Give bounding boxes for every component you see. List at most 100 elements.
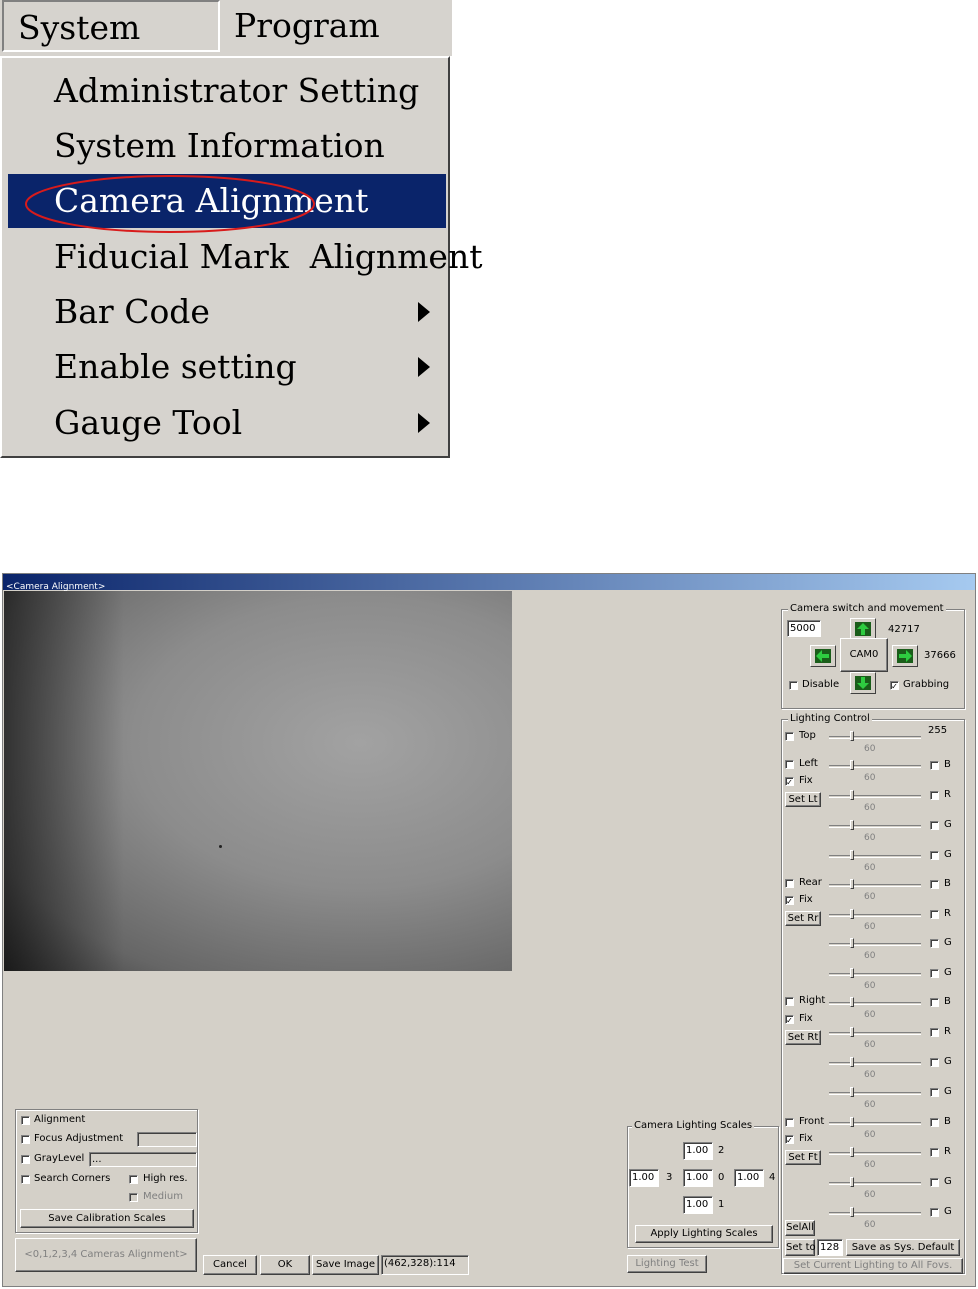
top-light-slider-thumb[interactable] xyxy=(850,731,854,741)
right-fix-checkbox[interactable]: ✓ xyxy=(785,1015,794,1025)
left-g2-slider-thumb[interactable] xyxy=(850,850,854,860)
front-b-slider-thumb[interactable] xyxy=(850,1117,854,1127)
cameras-alignment-button[interactable]: <0,1,2,3,4 Cameras Alignment> xyxy=(15,1238,197,1272)
right-r-checkbox[interactable] xyxy=(930,1028,939,1037)
front-b-slider[interactable] xyxy=(829,1122,921,1125)
gray-level-checkbox[interactable] xyxy=(21,1155,30,1164)
high-res-checkbox[interactable] xyxy=(129,1175,138,1184)
menu-item-fiducial-mark-alignment[interactable]: Fiducial Mark Alignment xyxy=(8,230,482,284)
front-g2-checkbox[interactable] xyxy=(930,1208,939,1217)
cam0-button[interactable]: CAM0 xyxy=(840,638,888,672)
left-r-slider[interactable] xyxy=(829,795,921,798)
select-all-button[interactable]: SelAll xyxy=(785,1220,815,1236)
left-b-slider[interactable] xyxy=(829,765,921,768)
left-light-checkbox[interactable] xyxy=(785,760,794,769)
focus-adjustment-checkbox[interactable] xyxy=(21,1135,30,1144)
left-b-checkbox[interactable] xyxy=(930,761,939,770)
left-fix-checkbox[interactable]: ✓ xyxy=(785,777,794,787)
set-right-button[interactable]: Set Rt xyxy=(785,1030,821,1045)
top-light-slider[interactable] xyxy=(829,736,921,739)
menu-item-administrator-setting[interactable]: Administrator Setting xyxy=(8,64,446,118)
rear-b-slider[interactable] xyxy=(829,884,921,887)
right-light-checkbox[interactable] xyxy=(785,997,794,1006)
rear-b-checkbox[interactable] xyxy=(930,880,939,889)
scale-0-input[interactable]: 1.00 xyxy=(683,1169,713,1187)
left-g-slider[interactable] xyxy=(829,825,921,828)
search-corners-checkbox[interactable] xyxy=(21,1175,30,1184)
move-up-button[interactable] xyxy=(850,618,876,640)
move-right-button[interactable] xyxy=(892,645,918,667)
set-rear-button[interactable]: Set Rr xyxy=(785,911,821,926)
menu-system-setting[interactable]: System Setting xyxy=(2,0,220,99)
rear-r-checkbox[interactable] xyxy=(930,910,939,919)
right-r-slider-thumb[interactable] xyxy=(850,1027,854,1037)
left-g-checkbox[interactable] xyxy=(930,821,939,830)
set-to-button[interactable]: Set to xyxy=(785,1239,816,1256)
scale-1-input[interactable]: 1.00 xyxy=(683,1196,713,1214)
front-r-checkbox[interactable] xyxy=(930,1148,939,1157)
menu-program-setting[interactable]: Program Setting xyxy=(234,0,452,97)
scale-4-input[interactable]: 1.00 xyxy=(734,1169,764,1187)
menu-item-system-information[interactable]: System Information xyxy=(8,119,446,173)
save-image-button[interactable]: Save Image xyxy=(312,1255,379,1275)
front-g2-slider-thumb[interactable] xyxy=(850,1207,854,1217)
front-g2-slider[interactable] xyxy=(829,1212,921,1215)
left-g2-checkbox[interactable] xyxy=(930,851,939,860)
set-front-button[interactable]: Set Ft xyxy=(785,1150,821,1165)
top-light-checkbox[interactable] xyxy=(785,732,794,741)
rear-light-checkbox[interactable] xyxy=(785,879,794,888)
cancel-button[interactable]: Cancel xyxy=(203,1255,257,1275)
front-g-slider[interactable] xyxy=(829,1182,921,1185)
front-g-checkbox[interactable] xyxy=(930,1178,939,1187)
front-r-slider-thumb[interactable] xyxy=(850,1147,854,1157)
right-r-slider[interactable] xyxy=(829,1032,921,1035)
menu-item-bar-code[interactable]: Bar Code xyxy=(8,285,446,339)
rear-g-checkbox[interactable] xyxy=(930,939,939,948)
right-b-slider-thumb[interactable] xyxy=(850,997,854,1007)
rear-b-slider-thumb[interactable] xyxy=(850,879,854,889)
menu-item-enable-setting[interactable]: Enable setting xyxy=(8,340,446,394)
front-g-slider-thumb[interactable] xyxy=(850,1177,854,1187)
move-left-button[interactable] xyxy=(810,645,836,667)
move-down-button[interactable] xyxy=(850,672,876,694)
rear-r-slider-thumb[interactable] xyxy=(850,909,854,919)
camera-view[interactable] xyxy=(4,591,512,971)
set-to-value-input[interactable]: 128 xyxy=(817,1239,843,1256)
menu-item-gauge-tool[interactable]: Gauge Tool xyxy=(8,396,446,450)
step-input[interactable]: 5000 xyxy=(787,620,821,637)
lighting-test-button[interactable]: Lighting Test xyxy=(627,1255,707,1273)
alignment-checkbox[interactable] xyxy=(21,1116,30,1125)
right-b-slider[interactable] xyxy=(829,1002,921,1005)
left-r-slider-thumb[interactable] xyxy=(850,790,854,800)
right-g2-checkbox[interactable] xyxy=(930,1088,939,1097)
right-g2-slider-thumb[interactable] xyxy=(850,1087,854,1097)
medium-checkbox[interactable] xyxy=(129,1193,138,1202)
scale-2-input[interactable]: 1.00 xyxy=(683,1142,713,1160)
front-r-slider[interactable] xyxy=(829,1152,921,1155)
rear-g-slider-thumb[interactable] xyxy=(850,938,854,948)
set-current-all-fovs-button[interactable]: Set Current Lighting to All Fovs. xyxy=(783,1258,963,1274)
front-light-checkbox[interactable] xyxy=(785,1118,794,1127)
left-r-checkbox[interactable] xyxy=(930,791,939,800)
right-g-checkbox[interactable] xyxy=(930,1058,939,1067)
rear-g2-checkbox[interactable] xyxy=(930,969,939,978)
apply-lighting-scales-button[interactable]: Apply Lighting Scales xyxy=(635,1225,773,1243)
ok-button[interactable]: OK xyxy=(260,1255,310,1275)
right-g-slider[interactable] xyxy=(829,1062,921,1065)
right-g-slider-thumb[interactable] xyxy=(850,1057,854,1067)
front-b-checkbox[interactable] xyxy=(930,1118,939,1127)
disable-checkbox[interactable] xyxy=(789,681,798,690)
rear-r-slider[interactable] xyxy=(829,914,921,917)
scale-3-input[interactable]: 1.00 xyxy=(629,1169,659,1187)
save-calibration-scales-button[interactable]: Save Calibration Scales xyxy=(20,1209,194,1228)
left-b-slider-thumb[interactable] xyxy=(850,760,854,770)
set-left-button[interactable]: Set Lt xyxy=(785,792,821,807)
rear-fix-checkbox[interactable]: ✓ xyxy=(785,896,794,906)
front-fix-checkbox[interactable]: ✓ xyxy=(785,1135,794,1145)
right-g2-slider[interactable] xyxy=(829,1092,921,1095)
right-b-checkbox[interactable] xyxy=(930,998,939,1007)
save-default-button[interactable]: Save as Sys. Default xyxy=(846,1239,960,1256)
rear-g2-slider[interactable] xyxy=(829,973,921,976)
rear-g2-slider-thumb[interactable] xyxy=(850,968,854,978)
grabbing-checkbox[interactable]: ✓ xyxy=(890,681,899,691)
